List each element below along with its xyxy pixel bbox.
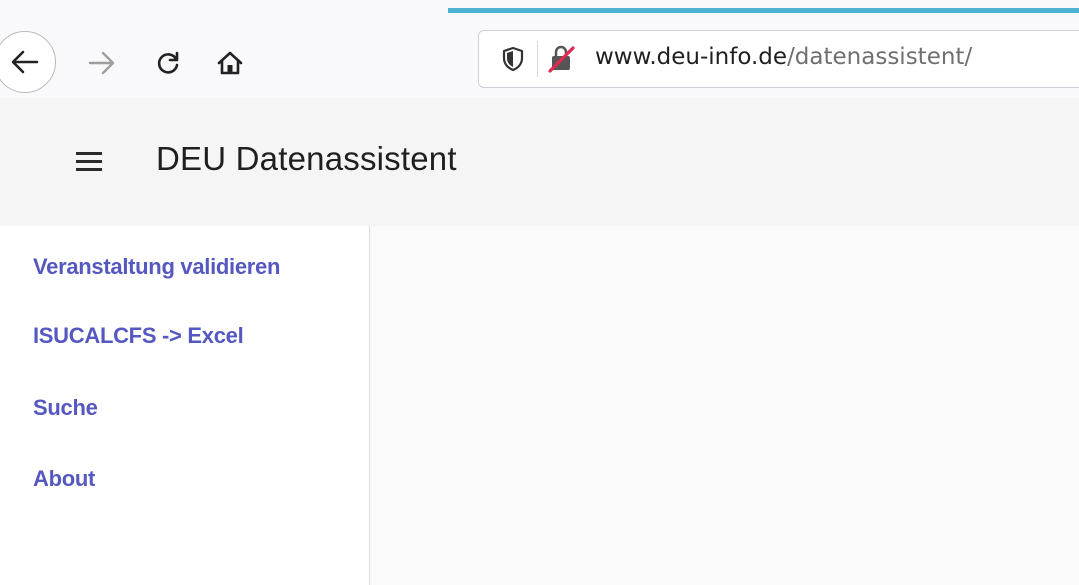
app-title: DEU Datenassistent <box>156 140 457 177</box>
sidebar-item-suche[interactable]: Suche <box>33 395 98 421</box>
sidebar-item-veranstaltung-validieren[interactable]: Veranstaltung validieren <box>33 254 280 280</box>
urlbar-divider <box>537 41 538 77</box>
menu-hamburger-icon[interactable] <box>76 152 102 172</box>
url-path: /datenassistent/ <box>787 44 973 70</box>
reload-button[interactable] <box>150 45 186 81</box>
browser-toolbar: www.deu-info.de/datenassistent/ <box>0 0 1079 99</box>
back-arrow-icon <box>11 50 39 74</box>
tracking-protection-shield-icon[interactable] <box>501 46 525 72</box>
url-text[interactable]: www.deu-info.de/datenassistent/ <box>595 44 972 70</box>
forward-arrow-icon <box>88 51 115 75</box>
sidebar-item-about[interactable]: About <box>33 466 95 492</box>
app-header: DEU Datenassistent <box>0 98 1079 226</box>
back-button[interactable] <box>0 31 56 93</box>
address-bar[interactable]: www.deu-info.de/datenassistent/ <box>478 30 1079 88</box>
sidebar-item-isucalcfs-excel[interactable]: ISUCALCFS -> Excel <box>33 323 244 349</box>
home-icon <box>217 51 243 75</box>
url-host: www.deu-info.de <box>595 44 788 70</box>
main-content-area <box>370 226 1079 585</box>
reload-icon <box>157 51 179 74</box>
forward-button[interactable] <box>84 45 120 81</box>
insecure-connection-lock-icon[interactable] <box>547 45 577 73</box>
sidebar-nav: Veranstaltung validieren ISUCALCFS -> Ex… <box>0 226 370 585</box>
home-button[interactable] <box>212 45 248 81</box>
active-tab-indicator <box>448 8 1079 13</box>
